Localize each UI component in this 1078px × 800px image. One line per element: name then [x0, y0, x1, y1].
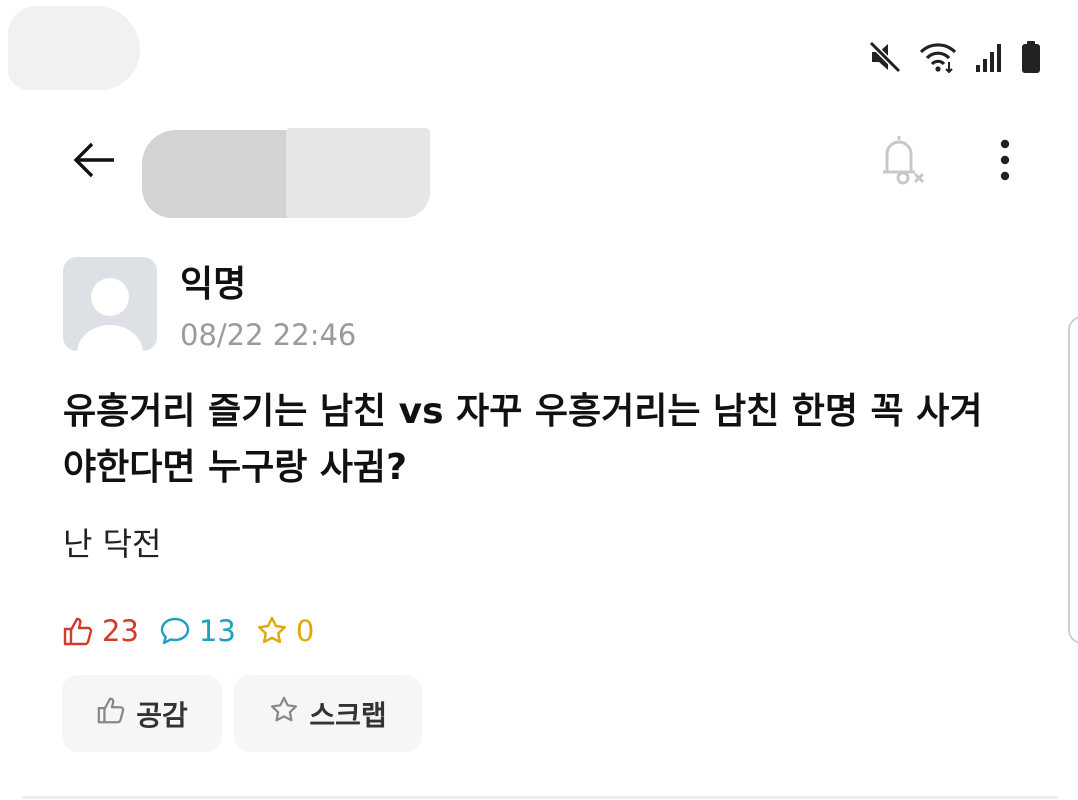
scrap-button[interactable]: 스크랩	[234, 675, 422, 752]
arrow-left-icon	[70, 140, 118, 184]
redacted-board-title-2	[286, 128, 430, 218]
like-count: 23	[62, 612, 139, 650]
more-options-button[interactable]	[980, 134, 1030, 190]
scrap-count: 0	[256, 612, 314, 650]
redacted-board-title	[142, 130, 292, 218]
like-button[interactable]: 공감	[62, 675, 222, 752]
comment-count-value: 13	[198, 614, 236, 648]
redacted-area	[8, 6, 140, 90]
like-button-label: 공감	[136, 698, 188, 732]
avatar	[63, 257, 157, 351]
bell-off-icon	[875, 132, 929, 192]
post-body: 난 닥전	[63, 525, 162, 563]
battery-icon	[1020, 40, 1042, 74]
comment-icon	[159, 615, 191, 647]
wifi-icon	[918, 40, 958, 74]
post-title: 유흥거리 즐기는 남친 vs 자꾸 우흥거리는 남친 한명 꼭 사겨야한다면 누…	[63, 391, 983, 488]
scrap-button-label: 스크랩	[309, 698, 387, 732]
more-vertical-icon	[998, 138, 1012, 186]
mute-icon	[868, 40, 902, 74]
signal-icon	[974, 41, 1004, 73]
thumbs-up-icon	[96, 695, 126, 732]
star-icon	[269, 695, 299, 732]
divider	[22, 796, 1058, 799]
post-timestamp: 08/22 22:46	[180, 318, 357, 352]
scrap-count-value: 0	[295, 614, 315, 648]
status-bar	[868, 40, 1042, 74]
notification-toggle-button[interactable]	[870, 132, 934, 192]
star-icon	[256, 615, 288, 647]
author-name: 익명	[180, 264, 247, 305]
like-count-value: 23	[102, 614, 139, 648]
edge-panel-handle[interactable]	[1068, 316, 1078, 644]
comment-count: 13	[159, 612, 236, 650]
back-button[interactable]	[66, 136, 122, 188]
post-stats: 23 13 0	[62, 612, 334, 650]
thumbs-up-icon	[62, 615, 94, 647]
